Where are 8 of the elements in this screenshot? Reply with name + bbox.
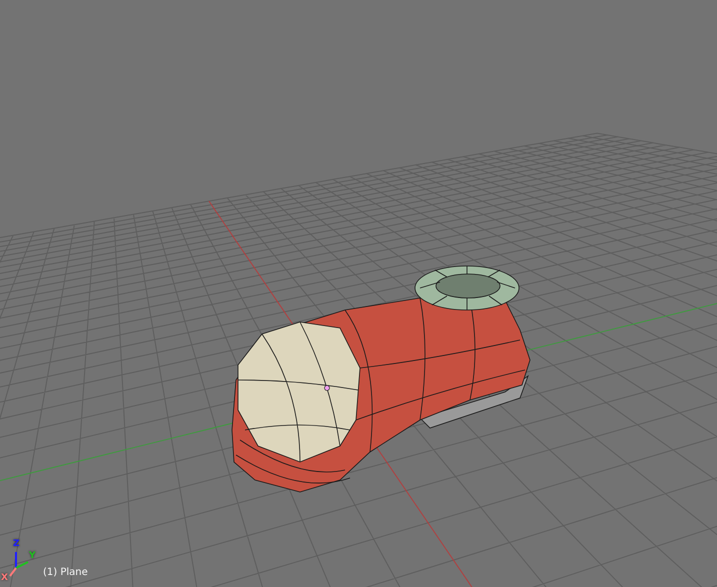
object-name-label: (1) Plane xyxy=(43,568,88,578)
axis-gizmo-icon xyxy=(9,552,28,577)
axis-label: X xyxy=(1,574,8,583)
shoe-mesh-drawing[interactable] xyxy=(232,266,530,492)
object-origin-dot xyxy=(324,385,330,391)
axis-label: Y xyxy=(29,552,36,561)
3d-viewport[interactable]: Z Y X (1) Plane xyxy=(0,0,717,587)
axis-label: Z xyxy=(13,540,20,549)
